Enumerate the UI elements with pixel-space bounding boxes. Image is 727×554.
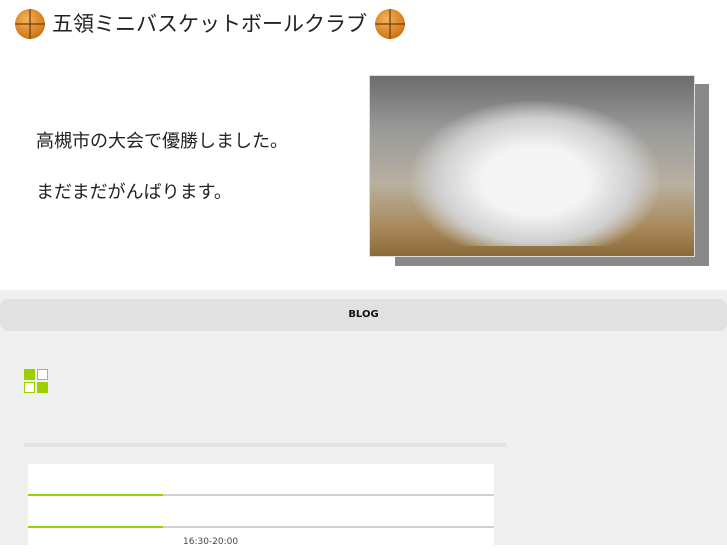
divider (24, 443, 506, 447)
nav-blog[interactable]: BLOG (0, 299, 727, 331)
main-content: BLOG 16:30-20:00 (0, 290, 727, 554)
row-divider (28, 494, 494, 496)
site-header: 五領ミニバスケットボールクラブ 高槻市の大会で優勝しました。 まだまだがんばりま… (0, 0, 727, 290)
basketball-icon (375, 9, 405, 39)
team-photo (369, 75, 695, 257)
header-message: まだまだがんばります。 (36, 182, 232, 203)
header-message: 高槻市の大会で優勝しました。 (36, 131, 288, 152)
site-title[interactable]: 五領ミニバスケットボールクラブ (52, 10, 367, 38)
schedule-card: 16:30-20:00 (28, 464, 494, 554)
schedule-time: 16:30-20:00 (183, 537, 239, 547)
tiles-icon (24, 369, 49, 394)
row-divider (28, 526, 494, 528)
basketball-icon (15, 9, 45, 39)
